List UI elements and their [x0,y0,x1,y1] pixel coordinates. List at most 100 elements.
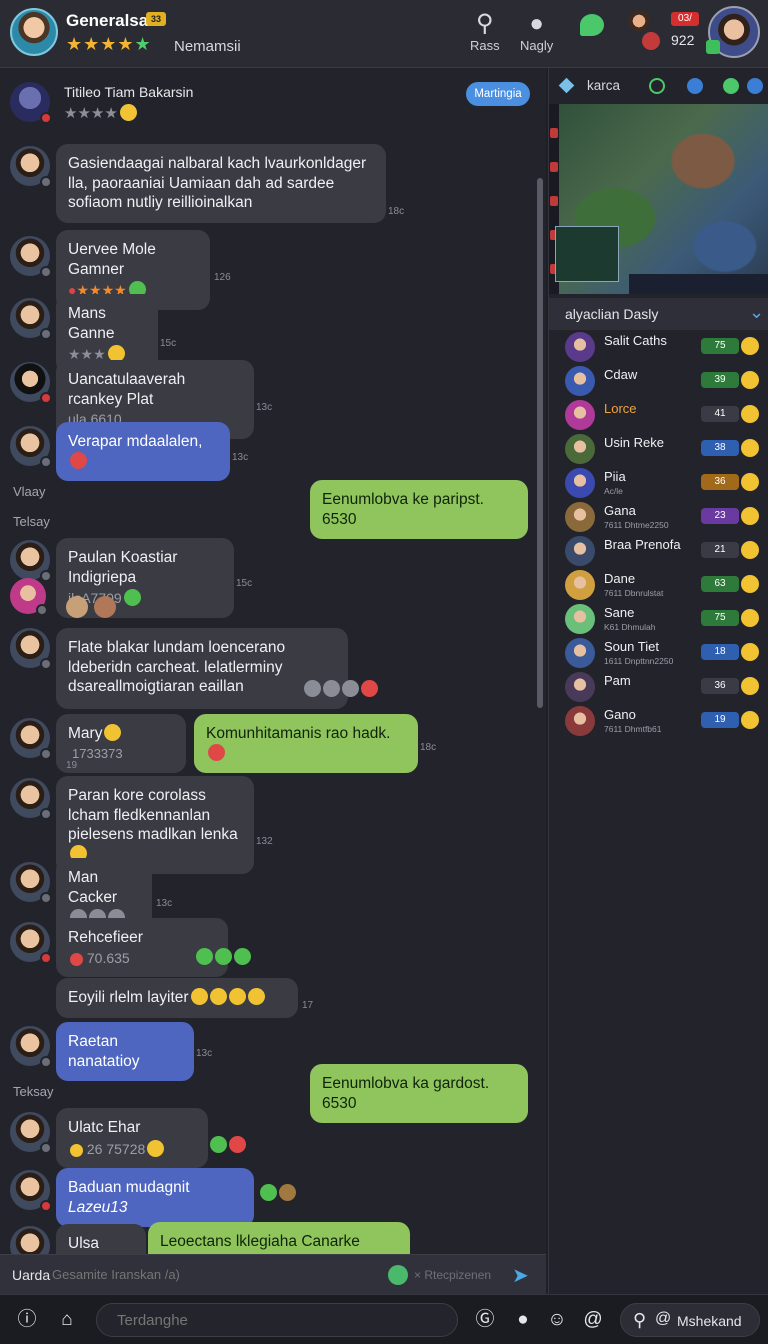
avatar[interactable] [10,718,52,760]
player-avatar[interactable] [565,672,595,702]
app-icon[interactable]: Ⓖ [474,1309,496,1331]
avatar[interactable] [10,862,52,904]
chat-scrollbar[interactable] [537,178,543,708]
player-row[interactable]: Gana 7611 Dhtme2250 23 [549,500,768,534]
avatar[interactable] [10,1026,52,1068]
mention-pill[interactable]: Martingia [466,82,530,106]
composer-hint: × Rtecpizenen [414,1268,492,1282]
own-message-bubble: Leoectans lklegiaha Canarke Minse Llehsi… [148,1222,410,1254]
reaction-row[interactable] [194,948,251,967]
user-avatar[interactable] [10,8,58,56]
player-stat: 63 [701,576,739,592]
player-name: Piia [604,469,626,484]
globe-icon[interactable] [687,78,703,94]
reaction-row[interactable] [258,1184,296,1203]
player-row[interactable]: Lorce 41 [549,398,768,432]
day-divider: Vlaay [13,484,46,499]
player-detail: K61 Dhmulah [604,622,656,632]
right-panel: karca alyaclian Dasly ⌄ Salit Caths 75 Cda… [548,68,768,1294]
chevron-down-icon[interactable]: ⌄ [749,302,764,323]
chat-pane: Martingia Titileo Tiam Bakarsin ★★★★ Gas… [0,68,546,1254]
avatar[interactable] [10,146,52,188]
user-name: Generalsa [66,11,149,30]
status-icon[interactable] [649,78,665,94]
emoji-icon[interactable] [388,1265,408,1285]
player-row[interactable]: Salit Caths 75 [549,330,768,364]
reaction-row[interactable] [208,1136,246,1155]
player-detail: 1611 Dnpttnn2250 [604,656,674,666]
timestamp: 13c [196,1048,213,1059]
bottom-bar: ⓘ ⌂ Ⓖ ● ☺ @ ⚲ @ Mshekand [0,1294,768,1344]
player-avatar[interactable] [565,332,595,362]
player-row[interactable]: Usin Reke 38 [549,432,768,466]
own-message-bubble: Komunhitamanis rao hadk. [194,714,418,774]
avatar[interactable] [10,1226,50,1254]
player-avatar[interactable] [565,502,595,532]
player-row[interactable]: Cdaw 39 [549,364,768,398]
player-avatar[interactable] [565,366,595,396]
player-row[interactable]: Sane K61 Dhmulah 75 [549,602,768,636]
message-bubble: Ulsa Gawee [56,1224,146,1254]
send-icon[interactable]: ➤ [512,1263,529,1288]
home-icon[interactable]: ⌂ [56,1309,78,1331]
avatar[interactable] [10,236,52,278]
own-message-bubble: Eenumlobva ka gardost. 6530 [310,1064,528,1124]
tab-label[interactable]: karca [587,78,620,93]
settings-icon[interactable] [747,78,763,94]
search-box[interactable]: ⚲ @ Mshekand [620,1303,760,1337]
player-row[interactable]: Piia Ac/le 36 [549,466,768,500]
player-stat: 75 [701,338,739,354]
rass-button[interactable]: ⚲ Rass [470,10,500,53]
bottom-input[interactable] [96,1303,458,1337]
rating-stars: ★★★★ [64,104,137,122]
player-avatar[interactable] [565,468,595,498]
at-icon[interactable]: @ [582,1309,604,1331]
avatar[interactable] [10,426,52,468]
chat-icon[interactable] [580,14,604,36]
day-divider: Teksay [13,1084,54,1099]
friends-icon[interactable] [723,78,739,94]
avatar[interactable] [10,1170,52,1212]
message-input[interactable] [52,1267,372,1282]
player-avatar[interactable] [565,570,595,600]
friend-avatar[interactable] [628,10,650,32]
player-name: Braa Prenofa [604,537,681,552]
player-avatar[interactable] [565,706,595,736]
player-name: Dane [604,571,636,586]
notification-icon[interactable] [642,32,660,50]
avatar[interactable] [10,82,52,124]
game-preview[interactable] [549,104,768,294]
player-avatar[interactable] [565,536,595,566]
player-avatar[interactable] [565,604,595,634]
reaction-row[interactable] [302,680,378,699]
player-row[interactable]: Dane 7611 Dbnrulstat 63 [549,568,768,602]
avatar[interactable] [10,578,48,616]
player-row[interactable]: Gano 7611 Dhmtfb61 19 [549,704,768,738]
player-row[interactable]: Pam 36 [549,670,768,704]
avatar[interactable] [10,362,52,404]
player-emoji-icon [741,711,759,729]
avatar[interactable] [10,1112,52,1154]
right-tab-bar: karca [549,68,768,104]
nagly-button[interactable]: ● Nagly [520,10,553,53]
avatar[interactable] [10,778,52,820]
player-row[interactable]: Soun Tiet 1611 Dnpttnn2250 18 [549,636,768,670]
player-avatar[interactable] [565,434,595,464]
info-icon[interactable]: ⓘ [16,1309,38,1331]
emoji-icon[interactable]: ☺ [546,1309,568,1331]
player-stat: 36 [701,474,739,490]
avatar[interactable] [10,628,52,670]
reaction-row[interactable] [64,596,117,620]
avatar[interactable] [10,540,52,582]
player-stat: 21 [701,542,739,558]
player-row[interactable]: Braa Prenofa 21 [549,534,768,568]
player-list-header[interactable]: alyaclian Dasly ⌄ [549,298,768,330]
avatar[interactable] [10,298,52,340]
player-avatar[interactable] [565,400,595,430]
person-icon[interactable]: ● [512,1309,534,1331]
player-avatar[interactable] [565,638,595,668]
player-name: Lorce [604,401,637,416]
gem-icon [706,40,720,54]
player-stat: 39 [701,372,739,388]
avatar[interactable] [10,922,52,964]
